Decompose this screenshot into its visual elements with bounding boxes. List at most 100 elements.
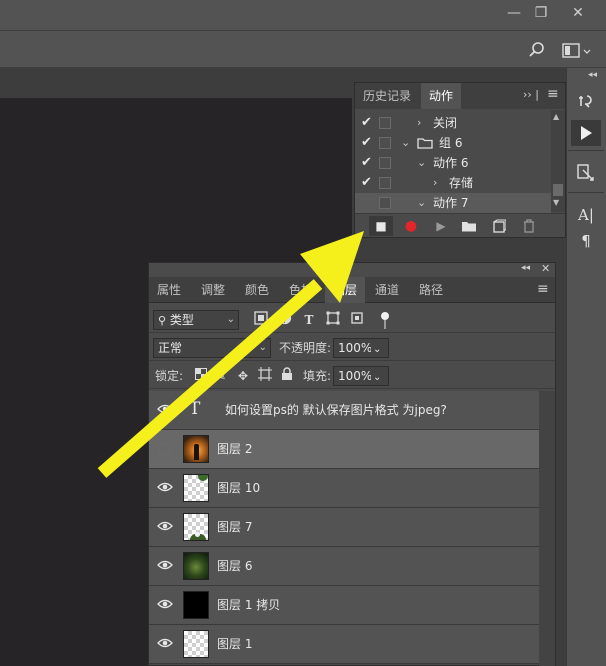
play-button[interactable]: ▶ bbox=[429, 216, 453, 236]
pixel-filter-icon[interactable] bbox=[253, 311, 269, 329]
layer-name[interactable]: 图层 6 bbox=[217, 547, 252, 586]
blend-row: 正常 ⌄ 不透明度: 100% ⌄ bbox=[149, 335, 555, 361]
dialog-toggle-box[interactable] bbox=[379, 197, 391, 209]
dialog-toggle-box[interactable] bbox=[379, 157, 391, 169]
include-checkmark-icon[interactable]: ✔ bbox=[361, 115, 375, 131]
new-set-button[interactable] bbox=[457, 216, 481, 236]
dialog-toggle-box[interactable] bbox=[379, 137, 391, 149]
layer-name[interactable]: 图层 10 bbox=[217, 469, 260, 508]
adjustment-filter-icon[interactable] bbox=[277, 311, 293, 329]
layers-scrollbar[interactable] bbox=[539, 391, 555, 666]
filter-toggle-icon[interactable] bbox=[377, 311, 393, 329]
tab-paths[interactable]: 路径 bbox=[411, 277, 451, 303]
tab-properties[interactable]: 属性 bbox=[149, 277, 189, 303]
chevron-down-icon[interactable]: ⌄ bbox=[401, 133, 410, 153]
type-filter-icon[interactable]: T bbox=[301, 311, 317, 329]
tab-actions[interactable]: 动作 bbox=[421, 83, 462, 109]
include-checkmark-icon[interactable] bbox=[361, 195, 375, 211]
new-action-button[interactable] bbox=[487, 216, 511, 236]
action-row[interactable]: ✔ ⌄ 组 6 bbox=[355, 133, 551, 153]
layer-row[interactable]: T 如何设置ps的 默认保存图片格式 为jpeg? bbox=[149, 391, 539, 430]
layer-row[interactable]: 图层 6 bbox=[149, 547, 539, 586]
layer-row[interactable]: 图层 10 bbox=[149, 469, 539, 508]
eye-icon[interactable] bbox=[157, 559, 173, 573]
layer-name[interactable]: 图层 7 bbox=[217, 508, 252, 547]
layer-name[interactable]: 图层 2 bbox=[217, 430, 252, 469]
action-row[interactable]: ⌄ 动作 7 bbox=[355, 193, 551, 213]
eye-icon[interactable] bbox=[157, 520, 173, 534]
action-row[interactable]: ✔ › 关闭 bbox=[355, 113, 551, 133]
fill-value: 100% bbox=[338, 369, 373, 383]
layer-thumbnail bbox=[183, 513, 209, 541]
filter-kind-dropdown[interactable]: ⚲ 类型 ⌄ bbox=[153, 310, 239, 330]
eye-icon[interactable] bbox=[157, 598, 173, 612]
lock-all-icon[interactable] bbox=[279, 367, 295, 385]
opacity-slider-toggle[interactable]: ⌄ bbox=[371, 338, 389, 358]
minimize-button[interactable]: — bbox=[500, 3, 528, 23]
eye-icon[interactable] bbox=[157, 637, 173, 651]
lock-artboard-icon[interactable] bbox=[257, 367, 273, 385]
chevron-down-icon: ⌄ bbox=[373, 344, 382, 355]
blend-mode-dropdown[interactable]: 正常 ⌄ bbox=[153, 338, 271, 358]
include-checkmark-icon[interactable]: ✔ bbox=[361, 135, 375, 151]
tab-color[interactable]: 颜色 bbox=[237, 277, 277, 303]
delete-button[interactable] bbox=[517, 216, 541, 236]
panel-expand-icon[interactable]: ›› | bbox=[523, 88, 539, 101]
tab-adjustments[interactable]: 调整 bbox=[193, 277, 233, 303]
tab-history[interactable]: 历史记录 bbox=[355, 83, 419, 109]
layer-name[interactable]: 图层 1 bbox=[217, 625, 252, 664]
workspace-icon[interactable] bbox=[562, 42, 592, 60]
actions-scrollbar[interactable]: ▲ ▼ bbox=[551, 110, 565, 212]
clone-source-icon[interactable] bbox=[571, 160, 601, 186]
restore-button[interactable]: ❐ bbox=[527, 3, 555, 23]
tab-channels[interactable]: 通道 bbox=[367, 277, 407, 303]
options-bar bbox=[0, 30, 606, 68]
tab-layers[interactable]: 图层 bbox=[325, 277, 366, 303]
eye-icon[interactable] bbox=[157, 481, 173, 495]
include-checkmark-icon[interactable]: ✔ bbox=[361, 175, 375, 191]
chevron-right-icon[interactable]: › bbox=[433, 173, 437, 193]
layer-thumbnail bbox=[183, 435, 209, 463]
eye-icon[interactable] bbox=[157, 403, 173, 417]
visibility-toggle-empty[interactable] bbox=[159, 443, 171, 455]
text-layer-icon: T bbox=[189, 399, 201, 419]
layer-row[interactable]: 图层 1 拷贝 bbox=[149, 586, 539, 625]
chevron-down-icon[interactable]: ⌄ bbox=[417, 193, 426, 213]
panel-collapse-icon[interactable]: ◂◂ bbox=[521, 263, 530, 273]
play-actions-icon[interactable] bbox=[571, 120, 601, 146]
layer-row[interactable]: 图层 2 bbox=[149, 430, 539, 469]
chevron-down-icon: ⌄ bbox=[373, 372, 382, 383]
search-icon[interactable] bbox=[527, 40, 547, 60]
dialog-toggle-box[interactable] bbox=[379, 177, 391, 189]
close-button[interactable]: ✕ bbox=[564, 3, 592, 23]
layer-row[interactable]: 图层 7 bbox=[149, 508, 539, 547]
chevron-down-icon[interactable]: ⌄ bbox=[417, 153, 426, 173]
layer-name[interactable]: 图层 1 拷贝 bbox=[217, 586, 280, 625]
scroll-thumb[interactable] bbox=[553, 184, 563, 196]
paragraph-icon[interactable]: ¶ bbox=[571, 228, 601, 254]
character-icon[interactable]: A| bbox=[571, 202, 601, 228]
fill-slider-toggle[interactable]: ⌄ bbox=[371, 366, 389, 386]
history-brush-icon[interactable] bbox=[571, 90, 601, 116]
strip-divider bbox=[568, 150, 604, 151]
tab-swatches[interactable]: 色板 bbox=[281, 277, 321, 303]
dialog-toggle-box[interactable] bbox=[379, 117, 391, 129]
layer-row[interactable]: 图层 1 bbox=[149, 625, 539, 664]
action-row[interactable]: ✔ ⌄ 动作 6 bbox=[355, 153, 551, 173]
layers-menu-icon[interactable]: ≡ bbox=[537, 281, 549, 297]
lock-pixels-icon[interactable]: ✎ bbox=[213, 367, 229, 385]
stop-recording-button[interactable]: ■ bbox=[369, 216, 393, 236]
action-row[interactable]: ✔ › 存储 bbox=[355, 173, 551, 193]
shape-filter-icon[interactable] bbox=[325, 311, 341, 329]
record-button[interactable]: ● bbox=[399, 216, 423, 236]
include-checkmark-icon[interactable]: ✔ bbox=[361, 155, 375, 171]
layer-name[interactable]: 如何设置ps的 默认保存图片格式 为jpeg? bbox=[225, 391, 447, 430]
filter-kind-label: 类型 bbox=[169, 313, 194, 327]
panel-close-icon[interactable]: ✕ bbox=[541, 262, 550, 275]
chevron-right-icon[interactable]: › bbox=[417, 113, 421, 133]
panel-menu-icon[interactable]: ≡ bbox=[547, 86, 559, 102]
smart-object-filter-icon[interactable] bbox=[349, 311, 365, 329]
lock-transparent-icon[interactable] bbox=[193, 367, 209, 385]
lock-position-icon[interactable]: ✥ bbox=[235, 367, 251, 385]
collapse-dock-icon[interactable]: ◂◂ bbox=[588, 70, 597, 80]
